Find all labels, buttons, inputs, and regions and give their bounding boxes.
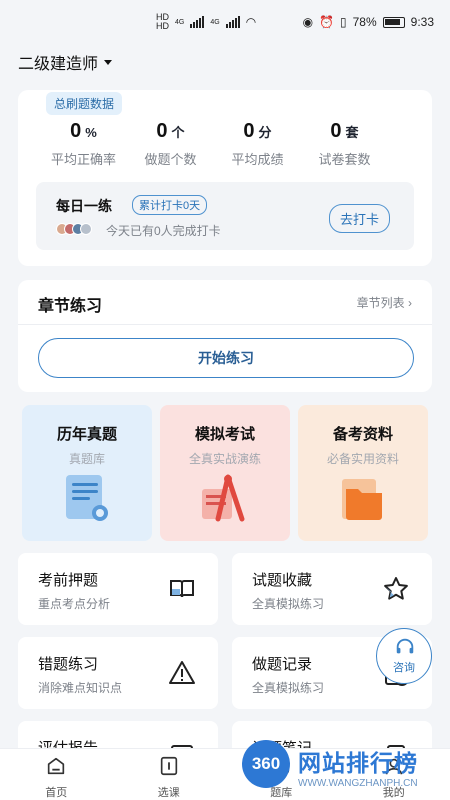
stat-value: 0 <box>70 120 82 142</box>
vibrate-icon: ▯ <box>340 15 347 29</box>
course-icon <box>160 756 177 776</box>
stat-value: 0 <box>156 120 168 142</box>
wrong-questions-card[interactable]: 错题练习 消除难点知识点 <box>18 637 218 709</box>
past-exams-tile[interactable]: 历年真题 真题库 <box>22 405 152 541</box>
card-title: 试题收藏 <box>252 572 313 589</box>
daily-practice-panel: 每日一练 累计打卡0天 今天已有0人完成打卡 去打卡 <box>36 182 414 250</box>
exam-title: 二级建造师 <box>18 56 99 73</box>
tile-subtitle: 必备实用资料 <box>326 452 399 466</box>
checkin-count-text: 今天已有0人完成打卡 <box>106 224 221 238</box>
clock: 9:33 <box>410 15 434 29</box>
card-subtitle: 全真模拟练习 <box>252 597 325 611</box>
stat-paper-count: 0套 试卷套数 <box>301 120 388 168</box>
star-icon <box>384 577 408 600</box>
stat-question-count: 0个 做题个数 <box>127 120 214 168</box>
divider <box>18 324 432 325</box>
sim-icon: HD HD <box>156 12 169 31</box>
stat-unit: 套 <box>345 125 359 140</box>
system-indicators: ◉ ⏰ ▯ 78% 9:33 <box>303 15 434 29</box>
battery-icon <box>382 16 405 28</box>
compass-ruler-icon <box>202 474 245 522</box>
nav-courses[interactable]: 选课 <box>113 749 226 800</box>
watermark-overlay: 360 网站排行榜 WWW.WANGZHANPH.CN <box>236 738 450 800</box>
tile-subtitle: 全真实战演练 <box>188 452 261 466</box>
more-icon <box>80 223 92 235</box>
signal-icon <box>190 16 205 28</box>
chapter-practice-card: 章节练习 章节列表 › 开始练习 <box>18 280 432 392</box>
document-icon <box>66 475 108 521</box>
nav-label: 选课 <box>157 787 180 799</box>
nav-home[interactable]: 首页 <box>0 749 113 800</box>
stat-unit: 分 <box>258 125 272 140</box>
exam-selector[interactable]: 二级建造师 <box>18 50 113 74</box>
participant-avatars <box>56 223 92 235</box>
wifi-icon: ◠ <box>245 15 257 29</box>
stat-label: 平均成绩 <box>231 152 284 167</box>
stat-accuracy: 0% 平均正确率 <box>40 120 127 168</box>
card-title: 错题练习 <box>38 656 99 673</box>
home-icon <box>48 757 65 775</box>
stats-card: 总刷题数据 0% 平均正确率 0个 做题个数 0分 平均成绩 0套 试卷套数 每… <box>18 90 432 266</box>
stat-unit: % <box>85 125 97 140</box>
card-title: 做题记录 <box>252 656 313 673</box>
chevron-right-icon: › <box>408 296 412 310</box>
watermark-logo: 360 <box>242 740 290 788</box>
tile-title: 备考资料 <box>332 426 393 443</box>
stat-unit: 个 <box>171 125 185 140</box>
tile-title: 历年真题 <box>56 426 117 443</box>
daily-practice-title: 每日一练 <box>56 198 112 214</box>
tile-title: 模拟考试 <box>194 426 255 443</box>
alarm-icon: ⏰ <box>319 15 334 29</box>
watermark-title: 网站排行榜 <box>298 750 418 776</box>
tile-subtitle: 真题库 <box>68 452 105 466</box>
watermark-url: WWW.WANGZHANPH.CN <box>298 778 418 789</box>
study-materials-tile[interactable]: 备考资料 必备实用资料 <box>298 405 428 541</box>
start-practice-button[interactable]: 开始练习 <box>38 338 414 378</box>
checkin-streak-badge: 累计打卡0天 <box>132 195 208 215</box>
chapter-list-label: 章节列表 <box>356 296 405 310</box>
signal-icon-2 <box>225 16 240 28</box>
stat-label: 试卷套数 <box>318 152 371 167</box>
checkin-button[interactable]: 去打卡 <box>328 204 390 233</box>
chapter-list-link[interactable]: 章节列表 › <box>357 294 412 311</box>
stats-row: 0% 平均正确率 0个 做题个数 0分 平均成绩 0套 试卷套数 <box>18 120 432 168</box>
headset-icon <box>396 638 414 654</box>
stat-average-score: 0分 平均成绩 <box>214 120 301 168</box>
card-subtitle: 全真模拟练习 <box>252 681 325 695</box>
stats-tag: 总刷题数据 <box>46 92 123 115</box>
network-type-2: 4G <box>210 18 220 26</box>
stat-value: 0 <box>243 120 255 142</box>
battery-percent: 78% <box>352 15 377 29</box>
chevron-down-icon <box>104 59 113 65</box>
network-type-1: 4G <box>175 18 185 26</box>
eye-icon: ◉ <box>302 15 314 29</box>
network-indicators: HD HD 4G 4G ◠ <box>156 13 256 31</box>
folder-icon <box>342 479 382 520</box>
chapter-practice-title: 章节练习 <box>38 298 103 315</box>
card-subtitle: 重点考点分析 <box>38 597 111 611</box>
book-icon <box>170 580 194 598</box>
mock-exam-tile[interactable]: 模拟考试 全真实战演练 <box>160 405 290 541</box>
stat-label: 平均正确率 <box>50 152 116 167</box>
stat-label: 做题个数 <box>144 152 197 167</box>
consult-label: 咨询 <box>393 662 415 674</box>
predicted-questions-card[interactable]: 考前押题 重点考点分析 <box>18 553 218 625</box>
consult-button[interactable]: 咨询 <box>376 628 432 684</box>
card-title: 考前押题 <box>38 572 99 589</box>
warning-icon <box>169 661 195 684</box>
favorites-card[interactable]: 试题收藏 全真模拟练习 <box>232 553 432 625</box>
card-subtitle: 消除难点知识点 <box>38 681 123 695</box>
stat-value: 0 <box>330 120 342 142</box>
nav-label: 首页 <box>45 787 68 799</box>
status-bar: HD HD 4G 4G ◠ ◉ ⏰ ▯ 78% 9:33 <box>0 0 450 44</box>
